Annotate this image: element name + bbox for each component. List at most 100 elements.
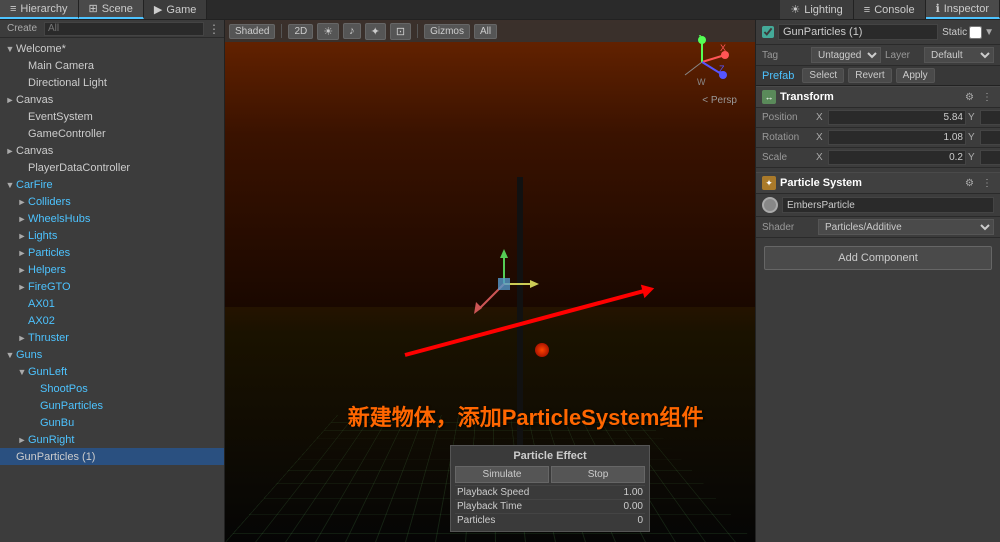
layer-select[interactable]: Default <box>924 47 994 63</box>
shader-select[interactable]: Particles/Additive <box>818 219 994 235</box>
transform-menu-button[interactable]: ⋮ <box>980 92 994 103</box>
hierarchy-item-directional-light[interactable]: Directional Light <box>0 74 224 91</box>
emitter-circle <box>762 197 778 213</box>
arrow-icon <box>4 180 16 190</box>
gizmos-button[interactable]: Gizmos <box>424 24 470 39</box>
stop-button[interactable]: Stop <box>551 466 645 483</box>
hierarchy-item-eventsystem[interactable]: EventSystem <box>0 108 224 125</box>
rx-axis-label: X <box>816 132 826 143</box>
hierarchy-item-colliders[interactable]: Colliders <box>0 193 224 210</box>
hierarchy-item-playerdatacontroller[interactable]: PlayerDataController <box>0 159 224 176</box>
hierarchy-item-wheelshubs[interactable]: WheelsHubs <box>0 210 224 227</box>
hierarchy-item-gunright[interactable]: GunRight <box>0 431 224 448</box>
hierarchy-item-label: GameController <box>28 128 106 140</box>
y-axis-label: Y <box>968 112 978 123</box>
particle-settings-button[interactable]: ⚙ <box>963 178 976 189</box>
arrow-icon <box>16 435 28 445</box>
rotation-y-input[interactable] <box>980 130 1000 145</box>
tab-hierarchy-label: Hierarchy <box>20 3 67 15</box>
hierarchy-search-input[interactable] <box>44 22 204 36</box>
hierarchy-item-gunparticles[interactable]: GunParticles <box>0 397 224 414</box>
hierarchy-item-helpers[interactable]: Helpers <box>0 261 224 278</box>
hierarchy-item-ax01[interactable]: AX01 <box>0 295 224 312</box>
object-name-input[interactable] <box>778 24 938 40</box>
scale-x-input[interactable] <box>828 150 966 165</box>
arrow-icon <box>16 231 28 241</box>
particle-menu-button[interactable]: ⋮ <box>980 178 994 189</box>
hierarchy-menu-icon[interactable]: ⋮ <box>208 22 220 36</box>
tab-console[interactable]: ≡ Console <box>854 0 926 19</box>
hierarchy-item-thruster[interactable]: Thruster <box>0 329 224 346</box>
tag-select[interactable]: Untagged <box>811 47 881 63</box>
hierarchy-item-lights[interactable]: Lights <box>0 227 224 244</box>
hierarchy-item-label: PlayerDataController <box>28 162 130 174</box>
hierarchy-item-canvas2[interactable]: Canvas <box>0 142 224 159</box>
tab-inspector[interactable]: ℹ Inspector <box>926 0 1000 19</box>
scale-row: Scale X Y Z <box>756 148 1000 168</box>
position-field: X Y Z <box>816 110 1000 125</box>
tab-lighting[interactable]: ☀ Lighting <box>780 0 853 19</box>
hierarchy-item-welcome[interactable]: Welcome* <box>0 40 224 57</box>
tab-hierarchy[interactable]: ≡ Hierarchy <box>0 0 79 19</box>
rotation-row: Rotation X Y Z <box>756 128 1000 148</box>
hierarchy-item-label: Colliders <box>28 196 71 208</box>
hierarchy-item-label: GunParticles (1) <box>16 451 95 463</box>
position-y-input[interactable] <box>980 110 1000 125</box>
particle-simulate-row: Simulate Stop <box>455 466 645 483</box>
arrow-icon <box>16 265 28 275</box>
main-layout: Create ⋮ Welcome* Main Camera Directiona… <box>0 20 1000 542</box>
rotation-x-input[interactable] <box>828 130 966 145</box>
revert-button[interactable]: Revert <box>848 68 891 83</box>
hierarchy-item-canvas1[interactable]: Canvas <box>0 91 224 108</box>
static-arrow-icon[interactable]: ▼ <box>984 27 994 38</box>
hierarchy-item-guns[interactable]: Guns <box>0 346 224 363</box>
object-enabled-checkbox[interactable] <box>762 26 774 38</box>
emitter-name-input[interactable] <box>782 197 994 213</box>
tab-inspector-label: Inspector <box>944 3 989 15</box>
scene-view[interactable]: 新建物体，添加ParticleSystem组件 Shaded 2D ☀ ♪ ✦ … <box>225 20 755 542</box>
persp-label: < Persp <box>702 95 737 106</box>
hierarchy-item-carfire[interactable]: CarFire <box>0 176 224 193</box>
hierarchy-item-label: Particles <box>28 247 70 259</box>
hierarchy-toolbar: Create ⋮ <box>0 20 224 38</box>
select-button[interactable]: Select <box>802 68 844 83</box>
hierarchy-item-particles[interactable]: Particles <box>0 244 224 261</box>
particles-value: 0 <box>637 515 643 526</box>
all-button[interactable]: All <box>474 24 497 39</box>
hierarchy-item-main-camera[interactable]: Main Camera <box>0 57 224 74</box>
particle-system-title: Particle System <box>780 177 959 189</box>
light-button[interactable]: ☀ <box>317 23 339 40</box>
tab-game[interactable]: ▶ Game <box>144 0 207 19</box>
prefab-bar: Prefab Select Revert Apply <box>756 66 1000 86</box>
arrow-icon <box>16 367 28 377</box>
create-button[interactable]: Create <box>4 23 40 34</box>
hierarchy-item-label: Lights <box>28 230 57 242</box>
position-row: Position X Y Z <box>756 108 1000 128</box>
scale-y-input[interactable] <box>980 150 1000 165</box>
hierarchy-item-firegto[interactable]: FireGTO <box>0 278 224 295</box>
tab-scene[interactable]: ⊞ Scene <box>79 0 144 19</box>
simulate-button[interactable]: Simulate <box>455 466 549 483</box>
scale-field: X Y Z <box>816 150 1000 165</box>
layer-label: Layer <box>885 50 920 61</box>
hierarchy-item-gunleft[interactable]: GunLeft <box>0 363 224 380</box>
arrow-icon <box>16 197 28 207</box>
audio-button[interactable]: ♪ <box>343 23 361 39</box>
hierarchy-item-gamecontroller[interactable]: GameController <box>0 125 224 142</box>
view-button[interactable]: ⊡ <box>390 23 411 40</box>
hierarchy-item-label: CarFire <box>16 179 53 191</box>
transform-settings-button[interactable]: ⚙ <box>963 92 976 103</box>
svg-text:Z: Z <box>719 64 725 74</box>
apply-button[interactable]: Apply <box>896 68 935 83</box>
shaded-button[interactable]: Shaded <box>229 24 275 39</box>
static-checkbox[interactable] <box>969 26 982 39</box>
2d-button[interactable]: 2D <box>288 24 313 39</box>
effects-button[interactable]: ✦ <box>365 23 386 40</box>
add-component-button[interactable]: Add Component <box>764 246 992 270</box>
hierarchy-item-shootpos[interactable]: ShootPos <box>0 380 224 397</box>
position-x-input[interactable] <box>828 110 966 125</box>
inspector-panel: Static ▼ Tag Untagged Layer Default Pref… <box>755 20 1000 542</box>
hierarchy-item-gunparticles1[interactable]: GunParticles (1) <box>0 448 224 465</box>
hierarchy-item-ax02[interactable]: AX02 <box>0 312 224 329</box>
hierarchy-item-gunbu[interactable]: GunBu <box>0 414 224 431</box>
